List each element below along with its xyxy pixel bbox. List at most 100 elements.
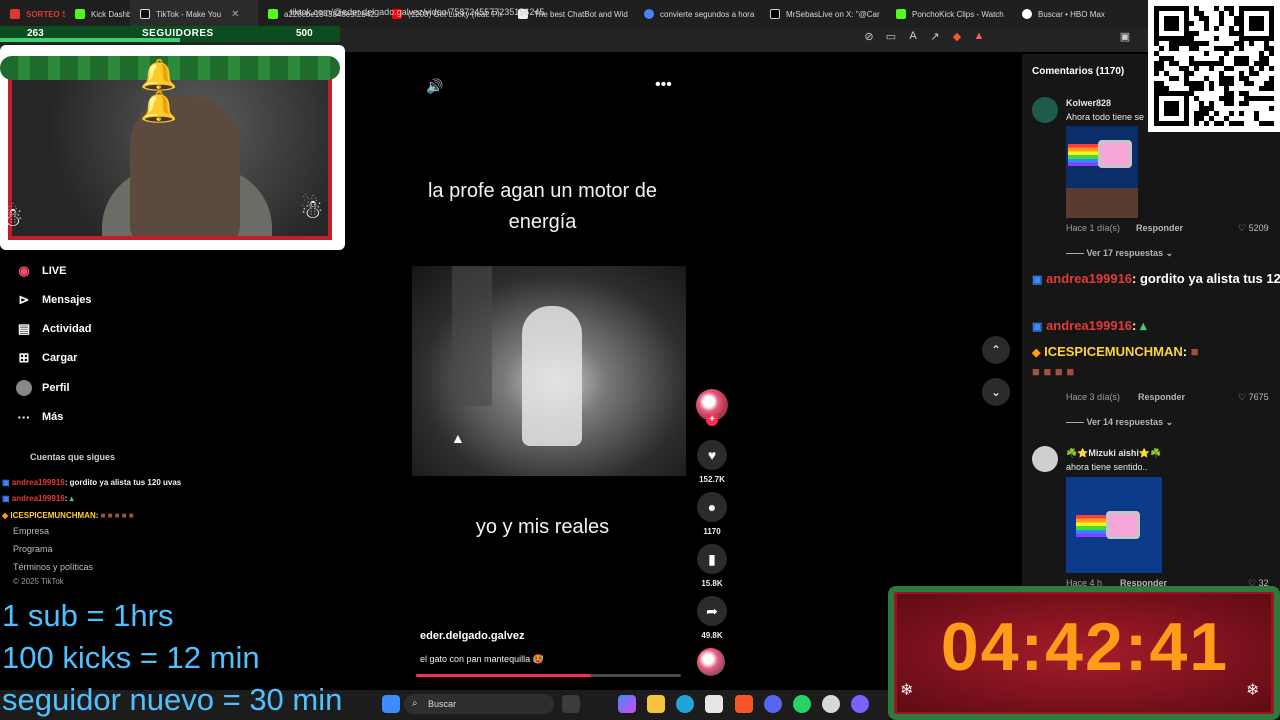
sidebar-item-messages[interactable]: ⊳ Mensajes bbox=[16, 290, 92, 310]
chat-message: ▣ andrea199916: ▴ bbox=[2, 494, 74, 503]
share-icon[interactable]: ➦ bbox=[697, 596, 727, 626]
mouse-cursor-icon: ▲ bbox=[451, 430, 465, 446]
sidebar-item-more[interactable]: ··· Más bbox=[16, 407, 64, 427]
page-icon bbox=[268, 9, 278, 19]
sidebar-item-profile[interactable]: Perfil bbox=[16, 378, 70, 398]
follower-goal-current: 263 bbox=[27, 28, 44, 39]
screen-icon[interactable]: ▭ bbox=[884, 30, 898, 43]
send-icon: ⊳ bbox=[18, 292, 30, 307]
brave-shield-icon[interactable]: ◆ bbox=[950, 30, 964, 43]
more-icon: ··· bbox=[17, 409, 31, 425]
comment-username[interactable]: Kolwer828 bbox=[1066, 98, 1111, 108]
video-progress-fill bbox=[416, 674, 591, 677]
view-replies[interactable]: —— Ver 14 respuestas ⌄ bbox=[1066, 417, 1173, 428]
comment-sticker bbox=[1066, 477, 1162, 573]
close-tab-icon[interactable]: ✕ bbox=[231, 9, 239, 20]
heart-outline-icon: ♡ bbox=[1238, 392, 1247, 402]
browser-toolbar: ⊘ ▭ A ↗ ◆ ▲ ▣ bbox=[862, 30, 1132, 43]
video-caption-top: la profe agan un motor de energía bbox=[427, 180, 658, 233]
subathon-timer: 04:42:41 bbox=[940, 609, 1230, 685]
browser-tab[interactable]: PonchoKick Clips - Watch bbox=[886, 0, 1012, 28]
app-icon[interactable] bbox=[851, 695, 869, 713]
comment-action[interactable]: ● 1170 bbox=[697, 492, 727, 536]
save-action[interactable]: ▮ 15.8K bbox=[697, 544, 727, 588]
reply-button[interactable]: Responder bbox=[1138, 392, 1185, 402]
video-progress-bar[interactable] bbox=[416, 674, 681, 677]
taskbar-search[interactable]: ⌕ Buscar bbox=[404, 694, 554, 714]
bookmark-icon[interactable]: ▮ bbox=[697, 544, 727, 574]
steam-icon[interactable] bbox=[822, 695, 840, 713]
sidebar-toggle-icon[interactable]: ▣ bbox=[1118, 30, 1132, 43]
comment-username[interactable]: ☘️⭐Mizuki aishi⭐☘️ bbox=[1066, 448, 1161, 459]
comment-text: ahora tiene sentido.. bbox=[1066, 462, 1148, 472]
hbo-icon bbox=[1022, 9, 1032, 19]
comment-text: Ahora todo tiene se bbox=[1066, 112, 1145, 122]
profile-icon bbox=[16, 380, 32, 396]
comment-like[interactable]: ♡ 5209 bbox=[1238, 223, 1269, 234]
no-tracking-icon[interactable]: ⊘ bbox=[862, 30, 876, 43]
bells-icon: 🔔🔔 bbox=[140, 59, 178, 124]
snowman-icon: ☃ bbox=[300, 194, 324, 224]
follower-goal-bar: 263 SEGUIDORES 500 bbox=[0, 26, 340, 42]
discord-icon[interactable] bbox=[764, 695, 782, 713]
chat-overlay-message: ▣ andrea199916: ▴ bbox=[1032, 318, 1147, 333]
translate-icon[interactable]: A bbox=[906, 30, 920, 43]
volume-icon[interactable]: 🔊 bbox=[426, 78, 443, 95]
live-icon: ◉ bbox=[18, 263, 30, 278]
follow-plus-icon[interactable]: + bbox=[706, 414, 718, 426]
next-video-button[interactable]: ⌄ bbox=[982, 378, 1010, 406]
browser-tab[interactable]: SORTEO STEAM MACHINE bbox=[0, 0, 65, 28]
view-replies[interactable]: —— Ver 17 respuestas ⌄ bbox=[1066, 248, 1173, 259]
whatsapp-icon[interactable] bbox=[793, 695, 811, 713]
comment-sticker bbox=[1066, 126, 1138, 218]
edge-icon[interactable] bbox=[676, 695, 694, 713]
heart-icon[interactable]: ♥ bbox=[697, 440, 727, 470]
browser-tab-active[interactable]: TikTok - Make You ✕ bbox=[130, 0, 258, 28]
video-author[interactable]: eder.delgado.galvez bbox=[420, 630, 525, 642]
video-description: el gato con pan mantequilla 🥵 bbox=[420, 654, 544, 664]
previous-video-button[interactable]: ⌃ bbox=[982, 336, 1010, 364]
comment-icon[interactable]: ● bbox=[697, 492, 727, 522]
chat-message: ▣ andrea199916: gordito ya alista tus 12… bbox=[2, 478, 182, 487]
file-explorer-icon[interactable] bbox=[647, 695, 665, 713]
windows-start-icon[interactable] bbox=[382, 695, 400, 713]
comment-time: Hace 1 día(s) bbox=[1066, 223, 1121, 233]
browser-tab[interactable]: Buscar • HBO Max bbox=[1012, 0, 1132, 28]
video-caption-bottom: yo y mis reales bbox=[475, 516, 610, 538]
sidebar-item-activity[interactable]: ▤ Actividad bbox=[16, 319, 92, 339]
comment-avatar[interactable] bbox=[1032, 446, 1058, 472]
follower-goal-target: 500 bbox=[296, 28, 313, 39]
comment-avatar[interactable] bbox=[1032, 97, 1058, 123]
share-action[interactable]: ➦ 49.8K bbox=[697, 596, 727, 640]
chat-overlay-message: ◆ ICESPICEMUNCHMAN: ■ bbox=[1032, 344, 1199, 359]
store-icon[interactable] bbox=[705, 695, 723, 713]
browser-tab[interactable]: Kick Dashbo bbox=[65, 0, 130, 28]
activity-icon: ▤ bbox=[17, 321, 31, 336]
sound-avatar[interactable] bbox=[697, 648, 725, 676]
kick-icon bbox=[10, 9, 20, 19]
following-section-title: Cuentas que sigues bbox=[30, 452, 116, 462]
task-view-icon[interactable] bbox=[562, 695, 580, 713]
more-options-icon[interactable]: ••• bbox=[655, 76, 672, 94]
like-action[interactable]: ♥ 152.7K bbox=[697, 440, 727, 484]
rewards-icon[interactable]: ▲ bbox=[972, 30, 986, 43]
sidebar-item-upload[interactable]: ⊞ Cargar bbox=[16, 348, 78, 368]
copilot-icon[interactable] bbox=[618, 695, 636, 713]
sidebar-item-live[interactable]: ◉ LIVE bbox=[16, 261, 66, 281]
kick-icon bbox=[896, 9, 906, 19]
chat-overlay-message: ▣ andrea199916: gordito ya alista tus 12… bbox=[1032, 271, 1280, 286]
footer-link-program[interactable]: Programa bbox=[13, 544, 53, 554]
rule-follower: seguidor nuevo = 30 min bbox=[2, 682, 343, 717]
share-icon[interactable]: ↗ bbox=[928, 30, 942, 43]
follower-goal-label: SEGUIDORES bbox=[142, 28, 214, 39]
qr-code bbox=[1148, 0, 1280, 132]
reply-button[interactable]: Responder bbox=[1136, 223, 1183, 233]
url-field[interactable]: tiktok.com/@eder.delgado.galvez/video/75… bbox=[290, 4, 850, 20]
comment-like[interactable]: ♡ 7675 bbox=[1238, 392, 1269, 403]
chat-message: ◆ ICESPICEMUNCHMAN: ■ ■ ■ ■ ■ bbox=[2, 511, 134, 520]
brave-icon[interactable] bbox=[735, 695, 753, 713]
footer-link-company[interactable]: Empresa bbox=[13, 526, 49, 536]
footer-link-terms[interactable]: Términos y políticas bbox=[13, 562, 93, 572]
comment-time: Hace 3 día(s) bbox=[1066, 392, 1121, 402]
comments-title: Comentarios (1170) bbox=[1032, 66, 1125, 77]
